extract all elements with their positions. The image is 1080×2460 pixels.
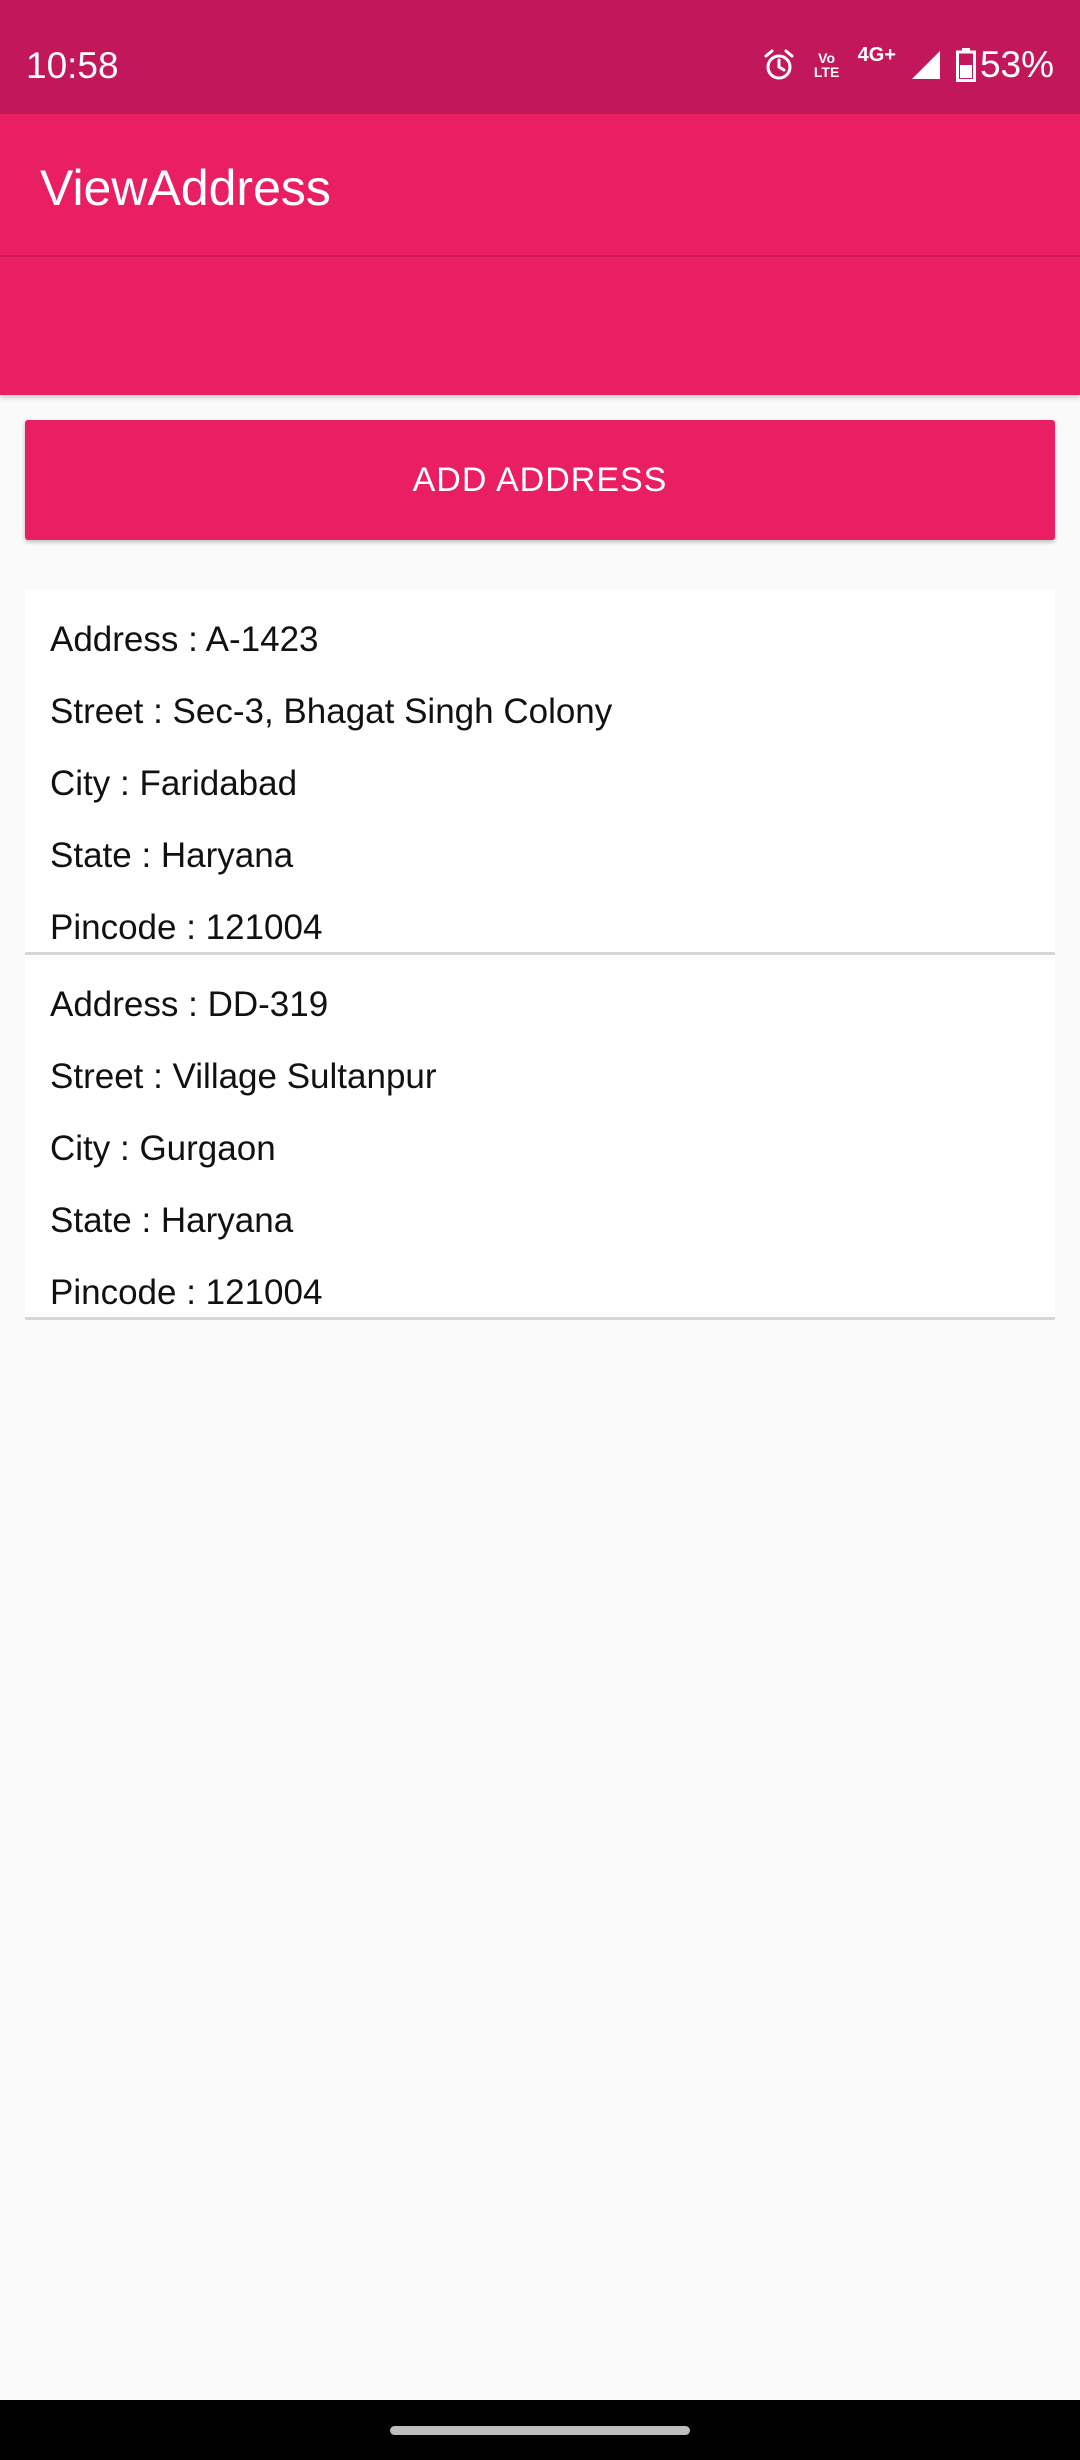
screen: 10:58 Vo LTE 4G+ 53% ViewAddress ADD ADD… bbox=[0, 0, 1080, 2460]
volte-icon: Vo LTE bbox=[810, 51, 844, 79]
status-icons: Vo LTE 4G+ 53% bbox=[748, 40, 1054, 90]
signal-icon bbox=[910, 49, 942, 81]
navigation-bar bbox=[0, 2400, 1080, 2460]
alarm-icon bbox=[762, 48, 796, 82]
list-item[interactable]: Address : DD-319 Street : Village Sultan… bbox=[25, 955, 1055, 1320]
city-line: City : Gurgaon bbox=[50, 1129, 276, 1168]
page-title: ViewAddress bbox=[40, 160, 331, 216]
battery-percent: 53% bbox=[979, 44, 1054, 85]
street-line: Street : Village Sultanpur bbox=[50, 1057, 437, 1096]
home-gesture-handle[interactable] bbox=[390, 2426, 690, 2435]
state-line: State : Haryana bbox=[50, 1201, 294, 1240]
pincode-line: Pincode : 121004 bbox=[50, 1273, 323, 1312]
pincode-line: Pincode : 121004 bbox=[50, 908, 323, 947]
network-type: 4G+ bbox=[857, 43, 896, 66]
volte-bottom: LTE bbox=[813, 64, 840, 80]
status-bar: 10:58 Vo LTE 4G+ 53% bbox=[0, 0, 1080, 114]
battery-icon bbox=[955, 48, 976, 82]
header-extension bbox=[0, 257, 1080, 395]
add-address-button[interactable]: ADD ADDRESS bbox=[25, 420, 1055, 540]
address-list: Address : A-1423 Street : Sec-3, Bhagat … bbox=[25, 590, 1055, 1320]
street-line: Street : Sec-3, Bhagat Singh Colony bbox=[50, 692, 613, 731]
state-line: State : Haryana bbox=[50, 836, 294, 875]
address-line: Address : A-1423 bbox=[50, 620, 319, 659]
address-line: Address : DD-319 bbox=[50, 985, 329, 1024]
status-time: 10:58 bbox=[26, 45, 119, 86]
list-item[interactable]: Address : A-1423 Street : Sec-3, Bhagat … bbox=[25, 590, 1055, 955]
app-bar: ViewAddress bbox=[0, 114, 1080, 255]
city-line: City : Faridabad bbox=[50, 764, 298, 803]
